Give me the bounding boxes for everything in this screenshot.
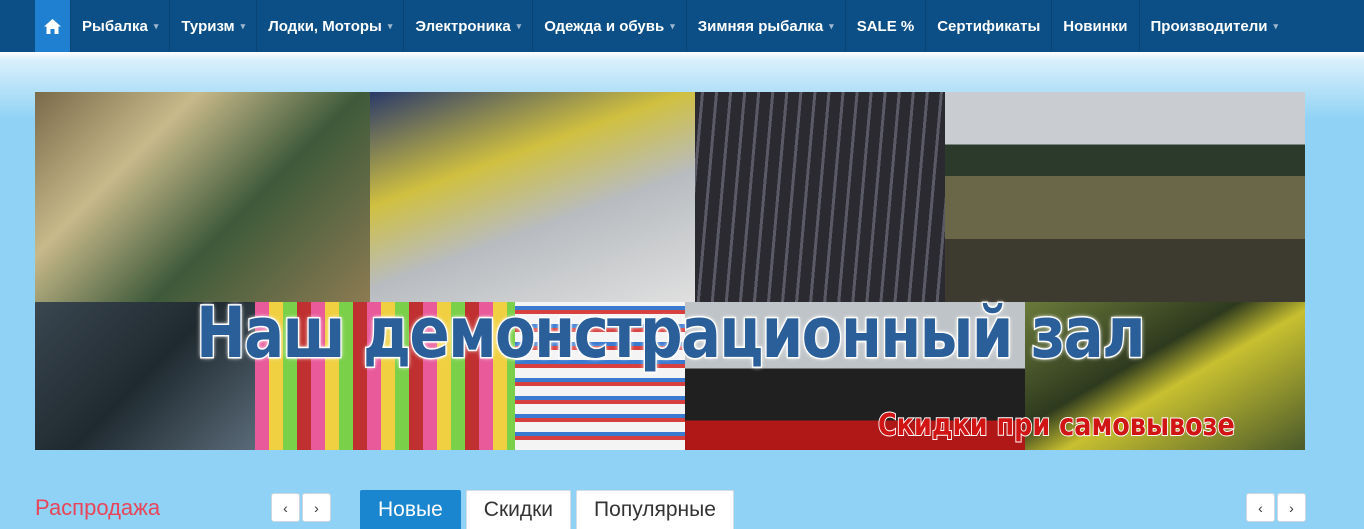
chevron-down-icon: ▾ (1273, 20, 1278, 31)
nav-item-manufacturers[interactable]: Производители ▾ (1138, 0, 1289, 52)
photo-fishing-hall (35, 92, 370, 302)
chevron-left-icon: ‹ (283, 499, 288, 516)
sale-prev-button[interactable]: ‹ (271, 493, 300, 522)
nav-item-label: Производители (1150, 17, 1268, 35)
chevron-down-icon: ▾ (670, 20, 675, 31)
product-tabs: Новые Скидки Популярные (360, 490, 734, 529)
top-navigation: Рыбалка ▾ Туризм ▾ Лодки, Моторы ▾ Электрон… (0, 0, 1364, 52)
nav-item-winter-fishing[interactable]: Зимняя рыбалка ▾ (685, 0, 845, 52)
nav-item-certificates[interactable]: Сертификаты (925, 0, 1051, 52)
chevron-down-icon: ▾ (240, 20, 246, 31)
nav-item-clothing[interactable]: Одежда и обувь ▾ (532, 0, 686, 52)
tab-new[interactable]: Новые (360, 490, 461, 529)
products-carousel-controls: ‹ › (1246, 493, 1306, 522)
nav-item-fishing[interactable]: Рыбалка ▾ (70, 0, 169, 52)
nav-item-label: Рыбалка (82, 17, 148, 35)
tab-discounts[interactable]: Скидки (465, 490, 572, 529)
sale-section-title: Распродажа (35, 495, 161, 520)
photo-gas-stove (370, 92, 695, 302)
chevron-left-icon: ‹ (1258, 499, 1263, 516)
nav-item-label: Лодки, Моторы (268, 17, 382, 35)
nav-item-label: Электроника (415, 17, 511, 35)
nav-item-new[interactable]: Новинки (1051, 0, 1138, 52)
banner-subtitle: Скидки при самовывозе (877, 407, 1235, 444)
sale-carousel-controls: ‹ › (271, 493, 331, 522)
showroom-banner[interactable]: Наш демонстрационный зал Скидки при само… (35, 92, 1305, 450)
photo-fishing-rods (695, 92, 945, 302)
home-button[interactable] (35, 0, 70, 52)
photo-clothing (945, 92, 1305, 302)
nav-item-label: Зимняя рыбалка (697, 17, 824, 35)
home-icon (44, 18, 61, 34)
chevron-down-icon: ▾ (829, 20, 834, 31)
chevron-down-icon: ▾ (387, 20, 393, 31)
nav-item-label: Туризм (181, 17, 235, 35)
nav-item-tourism[interactable]: Туризм ▾ (169, 0, 256, 52)
products-prev-button[interactable]: ‹ (1246, 493, 1275, 522)
chevron-down-icon: ▾ (516, 20, 522, 31)
nav-item-boats-motors[interactable]: Лодки, Моторы ▾ (256, 0, 403, 52)
nav-item-sale[interactable]: SALE % (844, 0, 926, 52)
products-next-button[interactable]: › (1277, 493, 1306, 522)
banner-title: Наш демонстрационный зал (195, 291, 1147, 376)
nav-item-label: Новинки (1063, 17, 1128, 35)
nav-item-label: Одежда и обувь (544, 17, 665, 35)
sale-next-button[interactable]: › (302, 493, 331, 522)
nav-item-electronics[interactable]: Электроника ▾ (403, 0, 532, 52)
chevron-right-icon: › (314, 499, 319, 516)
chevron-down-icon: ▾ (153, 20, 159, 31)
chevron-right-icon: › (1289, 499, 1294, 516)
tab-popular[interactable]: Популярные (576, 490, 734, 529)
nav-item-label: Сертификаты (937, 17, 1041, 35)
nav-item-label: SALE % (856, 17, 915, 35)
